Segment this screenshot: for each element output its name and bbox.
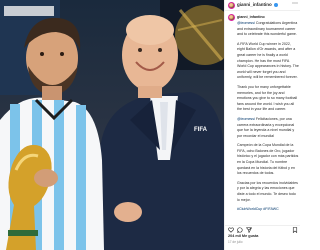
photo-illustration: FIFA [0,0,224,250]
post-header: gianni_infantino ⋯ [225,0,300,11]
post-date: 17 de julio [228,240,243,244]
caption-paragraph: Thank you for many unforgettable memorie… [237,84,298,112]
caption-paragraph: @leomessi Congratulations Argentina and … [237,21,298,37]
comment-icon[interactable] [237,227,243,233]
verified-icon [274,2,279,7]
caption-avatar[interactable] [228,14,235,21]
more-icon[interactable]: ⋯ [292,0,298,9]
caption-tag[interactable]: @leomessi [237,117,255,121]
caption-text: @leomessi Congratulations Argentina and … [237,21,299,217]
share-icon[interactable] [246,227,252,233]
caption-paragraph: A FIFA World Cup winner in 2022, eight B… [237,41,299,80]
heart-icon[interactable] [228,227,234,233]
caption-paragraph: Campeón de la Copa Mundial de la FIFA, o… [237,143,299,176]
caption-paragraph: @leomessi Felicitaciones, por una carrer… [237,116,295,138]
author-avatar[interactable] [228,2,235,9]
caption-paragraph: Gracias por los recuerdos inolvidables y… [237,180,298,202]
caption-paragraph: #ClubWorldCup #FIFAWC [237,207,299,213]
author-username[interactable]: gianni_infantino [237,2,279,7]
caption-hashtags[interactable]: #ClubWorldCup #FIFAWC [237,207,279,211]
post-photo[interactable]: FIFA [0,0,224,250]
svg-text:FIFA: FIFA [194,127,208,133]
caption: gianni_infantino @leomessi Congratulatio… [228,14,299,214]
likes-count[interactable]: 204 mil Me gusta [228,234,258,238]
post-side-panel: gianni_infantino ⋯ gianni_infantino @leo… [224,0,300,250]
caption-username[interactable]: gianni_infantino [237,15,265,19]
action-bar [225,225,300,233]
bookmark-icon[interactable] [292,227,298,233]
caption-tag[interactable]: @leomessi [237,21,255,25]
